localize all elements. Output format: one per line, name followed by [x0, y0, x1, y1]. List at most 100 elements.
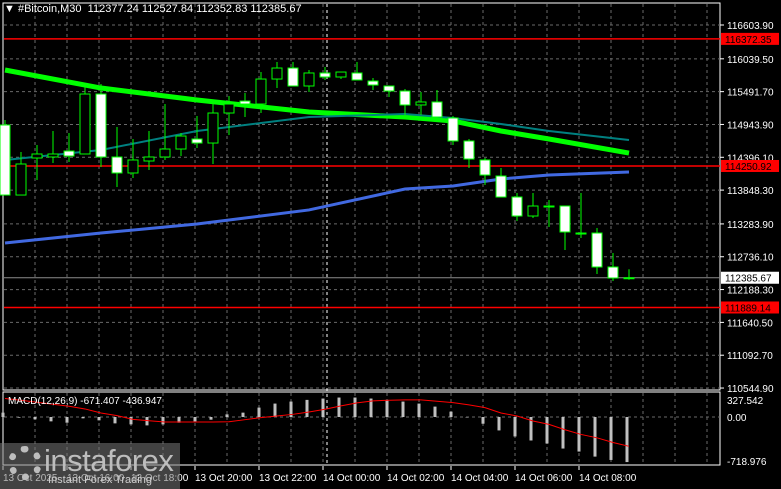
candle	[303, 69, 315, 92]
macd-histogram-bar	[225, 414, 229, 417]
macd-histogram-bar	[49, 417, 53, 422]
current-price-label: 112385.67	[725, 274, 772, 285]
macd-histogram-bar	[353, 397, 357, 417]
time-axis-label: 13 Oct 20:00	[195, 473, 253, 484]
macd-histogram-bar	[305, 399, 309, 417]
macd-tick-label: 327.542	[727, 396, 764, 407]
level-price-label: 114250.92	[725, 162, 772, 173]
candle-body	[399, 90, 411, 106]
candle	[95, 84, 107, 167]
candle	[367, 78, 379, 91]
macd-histogram-bar	[97, 417, 101, 421]
macd-histogram-bar	[497, 417, 501, 431]
macd-histogram-bar	[241, 412, 245, 417]
price-chart[interactable]: 116603.90116039.50115491.70114943.901143…	[0, 0, 781, 489]
macd-histogram-bar	[385, 399, 389, 417]
candle-body	[143, 156, 155, 162]
candle	[159, 104, 171, 160]
candle	[111, 127, 123, 188]
macd-histogram-bar	[337, 397, 341, 417]
candle	[511, 192, 523, 221]
candle	[527, 192, 539, 218]
macd-histogram-bar	[321, 398, 325, 417]
candle-body	[335, 71, 347, 78]
candle	[431, 90, 443, 122]
candle-body	[207, 112, 219, 144]
candle-body	[79, 93, 91, 155]
macd-histogram-bar	[273, 403, 277, 417]
candle-body	[95, 93, 107, 158]
macd-histogram-bar	[625, 417, 629, 463]
macd-histogram-bar	[513, 417, 517, 437]
candle-body	[303, 72, 315, 87]
price-tick-label: 112188.30	[727, 286, 774, 297]
candle	[335, 71, 347, 80]
candle	[447, 116, 459, 146]
macd-histogram-bar	[433, 406, 437, 417]
time-axis-label: 13 Oct 22:00	[259, 473, 317, 484]
candle-body	[527, 205, 539, 217]
candle-body	[559, 205, 571, 233]
candle-body	[31, 153, 43, 159]
candle-body	[47, 153, 59, 158]
candle-body	[479, 159, 491, 176]
macd-histogram-bar	[1, 412, 5, 417]
macd-histogram-bar	[65, 417, 69, 423]
candle	[559, 205, 571, 251]
macd-histogram-bar	[257, 407, 261, 417]
candle-body	[15, 163, 27, 196]
symbol-label: #Bitcoin,M30	[17, 3, 82, 15]
candle-body	[623, 277, 635, 280]
level-price-label: 116372.35	[725, 35, 772, 46]
price-tick-label: 116039.50	[727, 55, 774, 66]
macd-histogram-bar	[33, 417, 37, 420]
time-axis-label: 14 Oct 04:00	[451, 473, 509, 484]
candle-body	[0, 124, 11, 196]
watermark-tagline: Instant Forex Trading	[48, 474, 152, 486]
main-panel-border	[2, 2, 721, 391]
candle	[575, 192, 587, 238]
candle-body	[447, 117, 459, 142]
candle	[287, 62, 299, 87]
candle-body	[575, 232, 587, 235]
macd-histogram-bar	[17, 417, 21, 418]
macd-histogram-bar	[209, 417, 213, 420]
candle-body	[239, 100, 251, 105]
price-tick-label: 116603.90	[727, 21, 774, 32]
candle	[399, 88, 411, 115]
price-tick-label: 114943.90	[727, 120, 774, 131]
macd-histogram-bar	[401, 401, 405, 417]
macd-tick-label: -718.976	[727, 457, 767, 468]
candle	[383, 85, 395, 98]
candle-body	[431, 101, 443, 118]
candle-body	[255, 78, 267, 105]
instaforex-watermark: instaforex Instant Forex Trading	[0, 443, 180, 489]
level-price-label: 111889.14	[725, 303, 771, 314]
macd-indicator-label: MACD(12,26,9) -671.407 -436.947	[8, 396, 162, 407]
macd-histogram-bar	[81, 417, 85, 419]
macd-histogram-bar	[129, 417, 133, 425]
candle	[271, 62, 283, 89]
candle	[175, 133, 187, 157]
candle	[47, 130, 59, 163]
price-tick-label: 115491.70	[727, 88, 774, 99]
candle	[351, 62, 363, 81]
collapse-triangle-icon[interactable]: ▼	[4, 3, 18, 15]
candle-body	[543, 205, 555, 208]
candle-body	[367, 80, 379, 86]
candle	[79, 84, 91, 155]
candle-body	[127, 159, 139, 174]
candle-body	[159, 148, 171, 158]
gear-logo-icon	[8, 446, 42, 480]
time-axis-label: 14 Oct 08:00	[579, 473, 637, 484]
macd-histogram-bar	[449, 411, 453, 417]
candle-body	[495, 175, 507, 198]
time-axis-label: 14 Oct 06:00	[515, 473, 573, 484]
macd-histogram-bar	[545, 417, 549, 444]
price-tick-label: 113848.30	[727, 186, 774, 197]
candle	[143, 130, 155, 170]
time-axis-label: 14 Oct 00:00	[323, 473, 381, 484]
candle	[415, 91, 427, 115]
candle	[319, 66, 331, 80]
candle-body	[319, 72, 331, 78]
